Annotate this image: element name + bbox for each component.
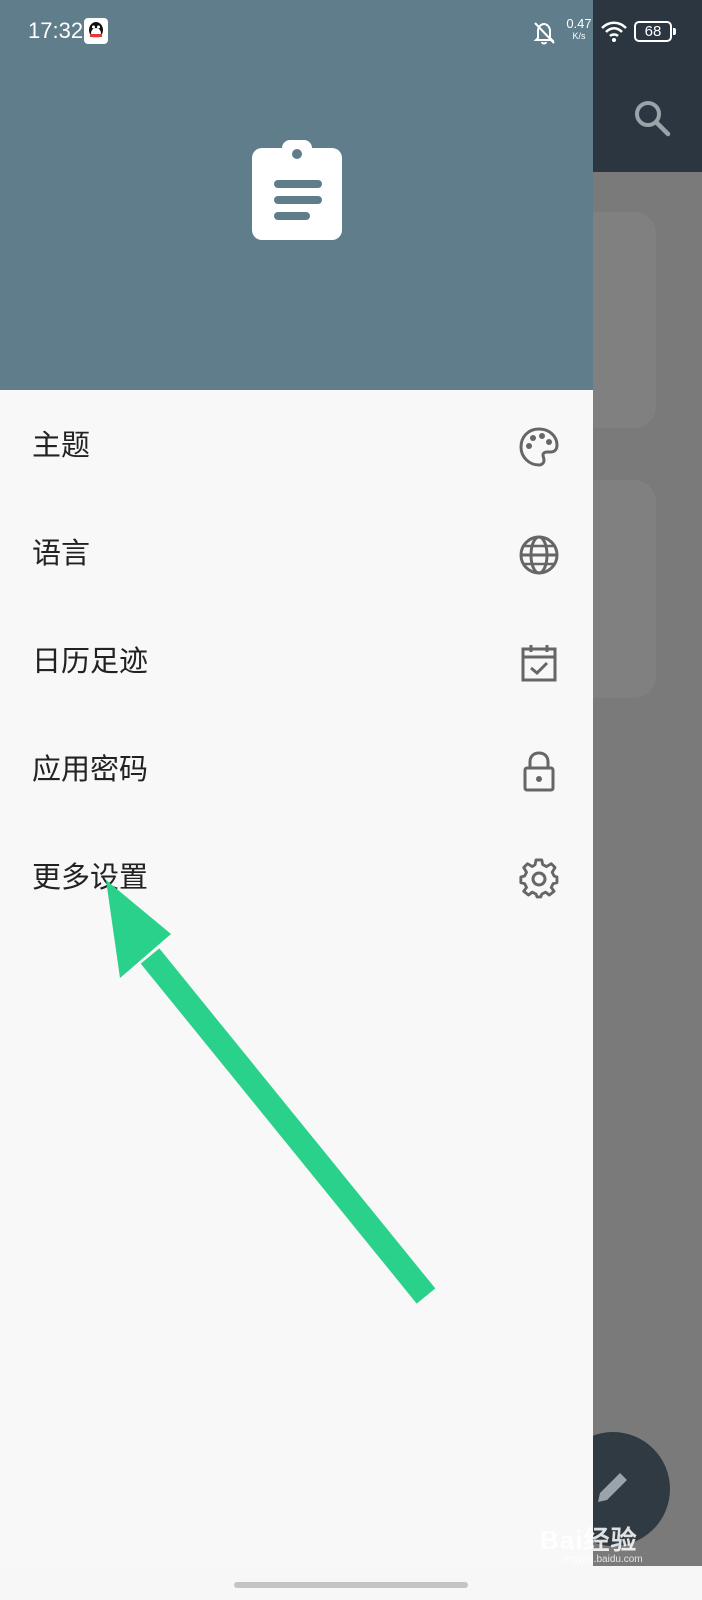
calendar-check-icon (521, 645, 557, 682)
watermark-url: jingyan.baidu.com (562, 1554, 643, 1565)
menu-item-label: 主题 (32, 428, 91, 462)
search-icon[interactable] (632, 98, 672, 138)
status-bar: 17:32 0.47 K/s 68 (0, 0, 702, 64)
wifi-icon (601, 21, 627, 42)
menu-item-label: 应用密码 (32, 752, 149, 786)
palette-icon (519, 427, 559, 467)
clipboard-icon (252, 140, 342, 240)
menu-item-label: 日历足迹 (32, 644, 149, 678)
gear-icon (519, 858, 559, 899)
bell-off-icon (533, 22, 555, 45)
home-indicator[interactable] (234, 1582, 468, 1588)
status-time: 17:32 (28, 18, 84, 43)
menu-item-label: 语言 (32, 536, 91, 570)
baidu-watermark: Bai经验 jingyan.baidu.com (540, 1520, 690, 1570)
menu-item-more-settings[interactable]: 更多设置 (0, 824, 593, 932)
qq-icon (84, 18, 108, 44)
network-speed-unit: K/s (572, 31, 586, 41)
globe-icon (519, 535, 559, 575)
menu-item-label: 更多设置 (32, 860, 149, 894)
battery-icon: 68 (634, 21, 676, 42)
pencil-icon (598, 1473, 627, 1502)
network-speed: 0.47 K/s (564, 17, 594, 41)
lock-icon (523, 751, 555, 792)
menu-item-language[interactable]: 语言 (0, 500, 593, 608)
watermark-text: Bai经验 (540, 1525, 638, 1555)
menu-item-theme[interactable]: 主题 (0, 392, 593, 500)
network-speed-value: 0.47 (566, 16, 592, 31)
menu-item-app-password[interactable]: 应用密码 (0, 716, 593, 824)
navigation-drawer: 主题 语言 日历足迹 应用密码 更多设置 (0, 0, 593, 1566)
menu-item-calendar[interactable]: 日历足迹 (0, 608, 593, 716)
